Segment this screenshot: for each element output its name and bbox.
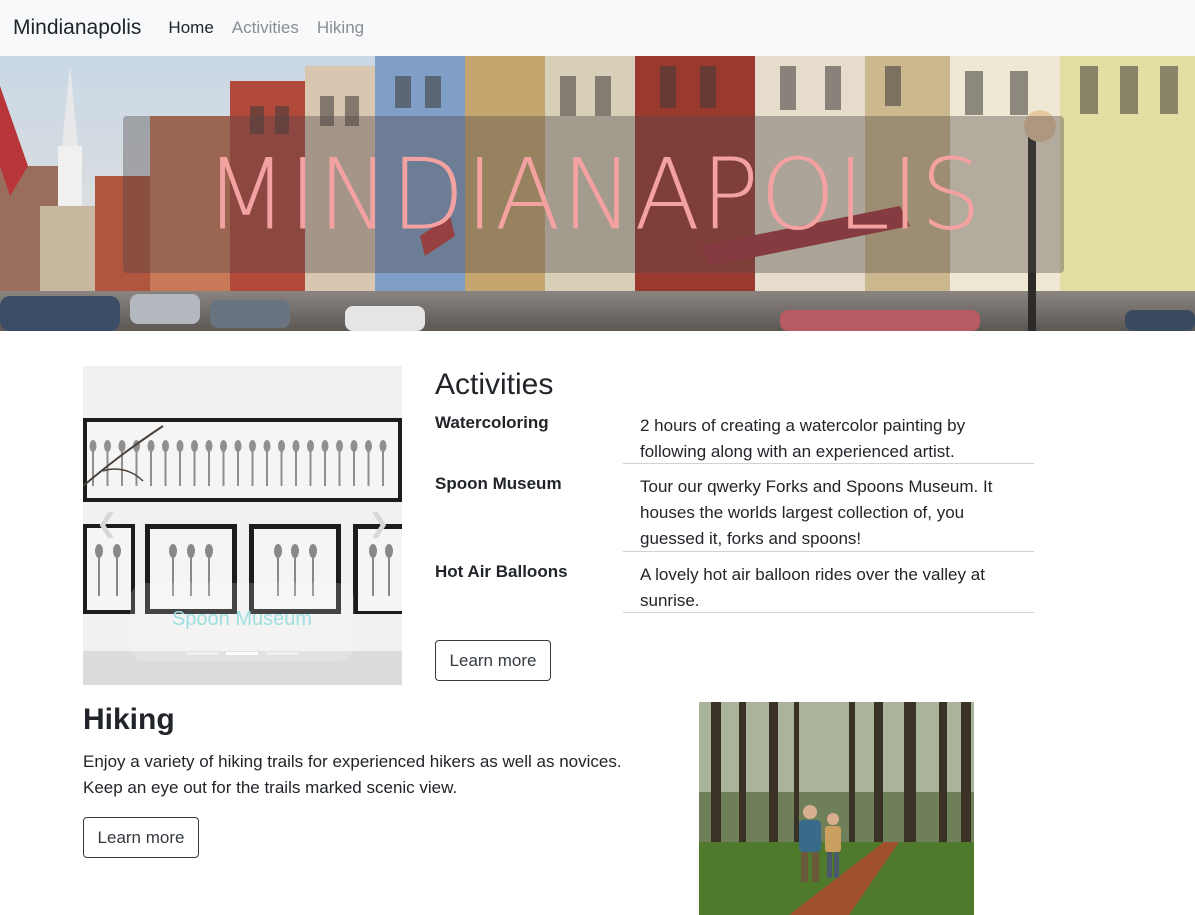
carousel-indicator-3[interactable] (266, 652, 298, 655)
hero-banner: MINDIANAPOLIS (0, 56, 1195, 331)
spoon-shape (89, 440, 97, 452)
spoon-handle (280, 451, 283, 486)
spoon-shape (321, 440, 329, 452)
hiking-description: Enjoy a variety of hiking trails for exp… (83, 752, 622, 797)
spoon-shape (176, 440, 184, 452)
activity-name: Watercoloring (435, 413, 549, 432)
hiking-photo (699, 702, 974, 915)
spoon-handle (266, 451, 268, 486)
spoon-handle (382, 451, 384, 486)
nav-link-activities[interactable]: Activities (232, 18, 299, 38)
spoon-handle (222, 451, 225, 486)
navbar: Mindianapolis Home Activities Hiking (0, 0, 1195, 56)
spoon-handle (367, 451, 370, 486)
spoon-shape (379, 440, 387, 452)
spoon-shape (205, 440, 213, 452)
chevron-left-icon[interactable]: ❮ (96, 510, 118, 536)
hiking-heading: Hiking (83, 703, 175, 736)
spoon-handle (193, 451, 196, 486)
spoon-shape (292, 440, 300, 452)
activity-name: Hot Air Balloons (435, 562, 568, 581)
spoon-shape (307, 440, 314, 452)
spoon-shape (365, 440, 372, 452)
spoon-shape (118, 440, 126, 452)
row-divider (623, 612, 1034, 613)
activity-description: 2 hours of creating a watercolor paintin… (640, 416, 966, 461)
spoon-shape (220, 440, 227, 452)
spoon-handle (237, 451, 239, 486)
hiking-learn-more-button[interactable]: Learn more (83, 817, 199, 858)
spoon-handle (338, 451, 341, 486)
spoon-shape (234, 440, 242, 452)
spoon-shape (263, 440, 271, 452)
spoon-handle (208, 451, 210, 486)
spoon-shape (278, 440, 285, 452)
hero-title: MINDIANAPOLIS (204, 137, 983, 252)
activities-heading: Activities (435, 368, 554, 401)
spoon-shape (104, 440, 111, 452)
spoon-shape (147, 440, 155, 452)
row-divider (623, 551, 1034, 552)
chevron-right-icon[interactable]: ❯ (368, 510, 390, 536)
activity-name: Spoon Museum (435, 474, 562, 493)
spoon-shape (249, 440, 256, 452)
spoon-handle (106, 451, 109, 486)
carousel-indicator-2[interactable] (226, 652, 258, 655)
spoon-handle (92, 451, 94, 486)
spoon-handle (164, 451, 167, 486)
spoon-shape (336, 440, 343, 452)
activity-description: A lovely hot air balloon rides over the … (640, 565, 985, 610)
spoon-shape (191, 440, 198, 452)
spoon-shape (162, 440, 169, 452)
carousel-indicator-1[interactable] (186, 652, 218, 655)
spoon-handle (251, 451, 254, 486)
forest-trail-image (699, 702, 974, 915)
spoon-shape (350, 440, 358, 452)
activities-learn-more-button[interactable]: Learn more (435, 640, 551, 681)
spoon-handle (150, 451, 152, 486)
spoon-handle (309, 451, 312, 486)
brand-link[interactable]: Mindianapolis (13, 16, 141, 40)
nav-link-home[interactable]: Home (168, 18, 213, 38)
activity-description: Tour our qwerky Forks and Spoons Museum.… (640, 477, 993, 548)
spoon-handle (353, 451, 355, 486)
spoon-handle (324, 451, 326, 486)
spoon-handle (135, 451, 138, 486)
carousel-caption: Spoon Museum (171, 608, 313, 630)
hero-title-box: MINDIANAPOLIS (123, 116, 1064, 273)
spoon-handle (295, 451, 297, 486)
spoon-handle (179, 451, 181, 486)
nav-link-hiking[interactable]: Hiking (317, 18, 364, 38)
row-divider (623, 463, 1034, 464)
